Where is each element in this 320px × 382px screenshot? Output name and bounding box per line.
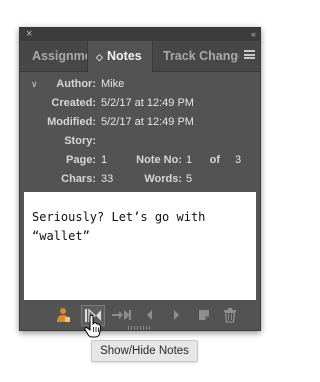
- tab-track-changes[interactable]: Track Changes: [153, 41, 239, 71]
- story-label: Story:: [64, 135, 96, 147]
- new-note-user-icon[interactable]: [53, 306, 73, 324]
- go-to-note-anchor-icon[interactable]: [110, 306, 132, 324]
- resize-grip[interactable]: [128, 326, 152, 330]
- new-note-icon[interactable]: [194, 306, 214, 324]
- page-value: 1: [101, 154, 108, 166]
- modified-label: Modified:: [47, 116, 96, 128]
- tab-notes[interactable]: ◇ Notes: [88, 41, 153, 72]
- diamond-arrows-icon: ◇: [96, 52, 103, 62]
- note-text[interactable]: Seriously? Let’s go with “wallet”: [32, 208, 248, 246]
- panel-menu-icon[interactable]: [244, 50, 255, 59]
- notes-panel: × ‹‹ Assignments ◇Notes Track Changes ∨ …: [19, 27, 261, 331]
- collapse-icon[interactable]: ‹‹: [251, 28, 256, 41]
- tab-notes-label: Notes: [107, 49, 142, 63]
- author-value: Mike: [101, 78, 125, 90]
- chars-value: 33: [101, 173, 114, 185]
- words-label: Words:: [144, 173, 182, 185]
- tab-bar: Assignments ◇ Notes Track Changes: [20, 41, 260, 72]
- chevron-down-icon[interactable]: ∨: [31, 76, 38, 92]
- note-no-value: 1: [186, 154, 193, 166]
- tooltip: Show/Hide Notes: [91, 340, 198, 362]
- note-no-label: Note No:: [136, 154, 182, 166]
- of-total-value: 3: [235, 154, 242, 166]
- words-value: 5: [186, 173, 193, 185]
- created-label: Created:: [51, 97, 96, 109]
- of-label: of: [209, 154, 220, 166]
- notes-toolbar: [20, 302, 260, 328]
- next-note-icon[interactable]: [166, 306, 186, 324]
- previous-note-icon[interactable]: [140, 306, 160, 324]
- delete-note-icon[interactable]: [220, 306, 240, 324]
- author-label: Author:: [56, 78, 96, 90]
- close-icon[interactable]: ×: [26, 28, 32, 41]
- hand-cursor-icon: [84, 314, 102, 340]
- note-text-area[interactable]: Seriously? Let’s go with “wallet”: [24, 192, 256, 300]
- created-value: 5/2/17 at 12:49 PM: [101, 97, 194, 109]
- page-label: Page:: [66, 154, 96, 166]
- chars-label: Chars:: [61, 173, 96, 185]
- panel-titlebar[interactable]: × ‹‹: [20, 28, 260, 41]
- tab-assignments[interactable]: Assignments: [20, 41, 88, 71]
- modified-value: 5/2/17 at 12:49 PM: [101, 116, 194, 128]
